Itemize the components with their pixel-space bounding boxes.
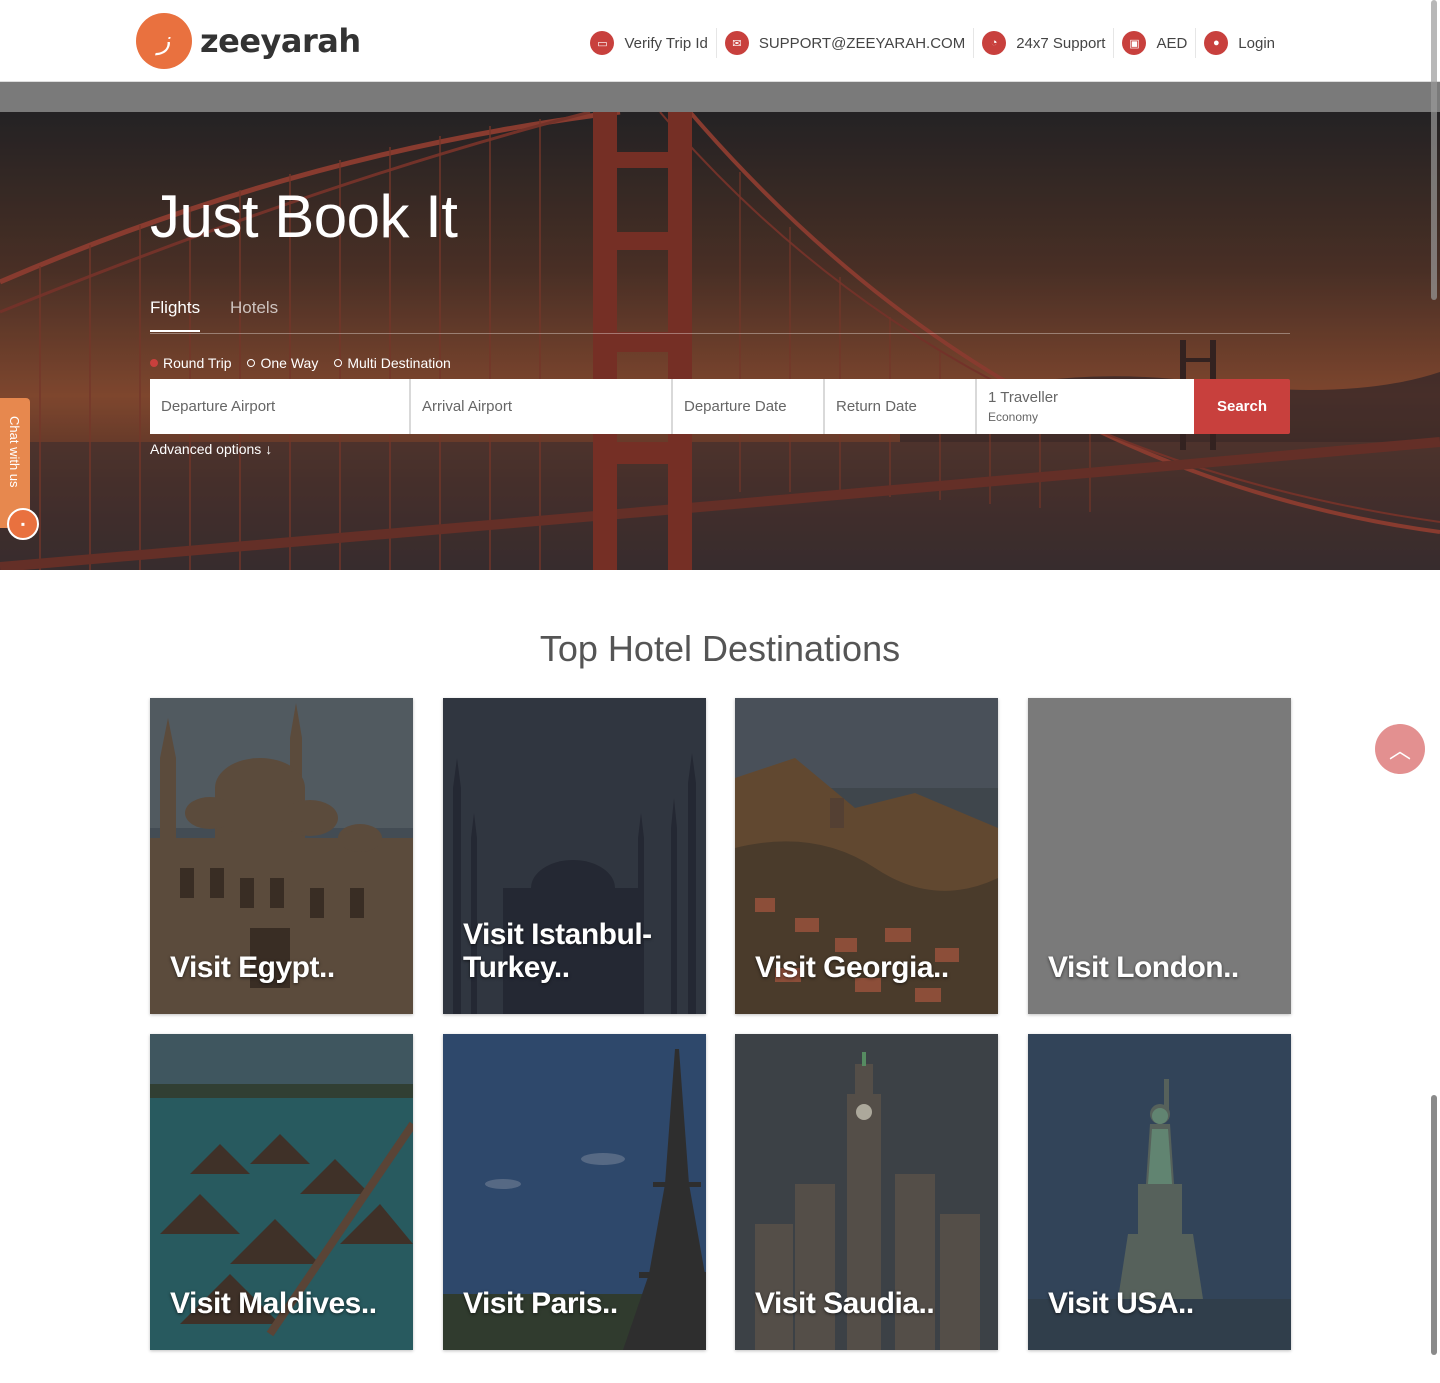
verify-trip-label: Verify Trip Id xyxy=(624,34,708,52)
destination-card-istanbul[interactable]: Visit Istanbul-Turkey.. xyxy=(443,698,706,1014)
section-title: Top Hotel Destinations xyxy=(539,628,901,669)
search-button[interactable]: Search xyxy=(1194,379,1290,434)
top-nav: ▭ Verify Trip Id ✉ SUPPORT@ZEEYARAH.COM … xyxy=(582,28,1283,58)
return-date-input[interactable]: Return Date xyxy=(825,379,977,434)
multi-destination-radio[interactable] xyxy=(334,359,343,367)
arrival-airport-input[interactable]: Arrival Airport xyxy=(411,379,673,434)
trip-type-selector: Round Trip One Way Multi Destination xyxy=(150,355,467,371)
destination-card-london[interactable]: Visit London.. xyxy=(1028,698,1291,1014)
envelope-icon: ✉ xyxy=(724,31,749,55)
departure-date-input[interactable]: Departure Date xyxy=(673,379,825,434)
departure-date-placeholder: Departure Date xyxy=(684,398,787,415)
currency-label: AED xyxy=(1156,34,1188,52)
chat-bubbles-icon: ◔ xyxy=(982,31,1007,55)
support-email-link[interactable]: ✉ SUPPORT@ZEEYARAH.COM xyxy=(715,28,973,58)
scroll-to-top-button[interactable]: ︿ xyxy=(1375,724,1425,774)
flight-search-bar: Departure Airport Arrival Airport Depart… xyxy=(150,379,1290,434)
destination-card-paris[interactable]: Visit Paris.. xyxy=(443,1034,706,1350)
destination-label: Visit Egypt.. xyxy=(170,951,335,984)
destination-card-georgia[interactable]: Visit Georgia.. xyxy=(735,698,998,1014)
advanced-options-label: Advanced options xyxy=(150,441,262,457)
logo[interactable]: ز zeeyarah xyxy=(136,13,361,69)
site-header: ز zeeyarah ▭ Verify Trip Id ✉ SUPPORT@ZE… xyxy=(0,0,1440,82)
trip-type-one-way[interactable]: One Way xyxy=(247,355,318,371)
destination-label: Visit Paris.. xyxy=(463,1287,618,1320)
money-icon: ▣ xyxy=(1122,31,1147,55)
destination-card-saudia[interactable]: Visit Saudia.. xyxy=(735,1034,998,1350)
destination-label: Visit Georgia.. xyxy=(755,951,949,984)
chat-label: Chat with us xyxy=(7,416,22,488)
user-icon: ● xyxy=(1204,31,1229,55)
destination-card-maldives[interactable]: Visit Maldives.. xyxy=(150,1034,413,1350)
destination-label: Visit London.. xyxy=(1048,951,1239,984)
page-scrollbar-track xyxy=(1431,0,1437,300)
return-date-placeholder: Return Date xyxy=(836,398,917,415)
trip-type-round-trip[interactable]: Round Trip xyxy=(150,355,231,371)
tab-hotels[interactable]: Hotels xyxy=(230,298,278,330)
cabin-class: Economy xyxy=(988,410,1039,424)
departure-airport-input[interactable]: Departure Airport xyxy=(150,379,411,434)
header-strip xyxy=(0,82,1440,112)
round-trip-radio[interactable] xyxy=(150,359,158,367)
destination-label: Visit Saudia.. xyxy=(755,1287,935,1320)
hero-banner: Just Book It Flights Hotels Round Trip O… xyxy=(0,112,1440,570)
support-link[interactable]: ◔ 24x7 Support xyxy=(973,28,1113,58)
tab-flights[interactable]: Flights xyxy=(150,298,201,332)
currency-selector[interactable]: ▣ AED xyxy=(1113,28,1195,58)
traveller-selector[interactable]: 1 Traveller Economy xyxy=(977,379,1194,434)
chevron-up-icon: ︿ xyxy=(1388,738,1411,763)
verify-trip-link[interactable]: ▭ Verify Trip Id xyxy=(582,28,715,58)
departure-airport-placeholder: Departure Airport xyxy=(161,398,276,415)
id-card-icon: ▭ xyxy=(590,31,615,55)
logo-text: zeeyarah xyxy=(200,22,361,60)
arrow-down-icon: ↓ xyxy=(265,441,273,457)
chat-bubble-icon[interactable]: ▪ xyxy=(7,508,39,540)
golden-gate-bridge-image xyxy=(0,112,1440,570)
search-tabs: Flights Hotels xyxy=(150,296,1290,334)
support-label: 24x7 Support xyxy=(1016,34,1106,52)
support-email-label: SUPPORT@ZEEYARAH.COM xyxy=(758,34,966,52)
destination-label: Visit Maldives.. xyxy=(170,1287,377,1320)
round-trip-label: Round Trip xyxy=(163,355,232,371)
arrival-airport-placeholder: Arrival Airport xyxy=(422,398,513,415)
hero-title: Just Book It xyxy=(150,183,458,250)
destination-label: Visit USA.. xyxy=(1048,1287,1194,1320)
destination-card-usa[interactable]: Visit USA.. xyxy=(1028,1034,1291,1350)
trip-type-multi-destination[interactable]: Multi Destination xyxy=(334,355,451,371)
advanced-options-toggle[interactable]: Advanced options ↓ xyxy=(150,441,272,457)
one-way-label: One Way xyxy=(260,355,319,371)
traveller-count: 1 Traveller xyxy=(988,389,1059,406)
destination-card-egypt[interactable]: Visit Egypt.. xyxy=(150,698,413,1014)
one-way-radio[interactable] xyxy=(247,359,256,367)
login-label: Login xyxy=(1238,34,1275,52)
destination-label: Visit Istanbul-Turkey.. xyxy=(463,918,652,984)
multi-destination-label: Multi Destination xyxy=(347,355,451,371)
page-scrollbar-thumb[interactable] xyxy=(1431,1095,1437,1355)
login-link[interactable]: ● Login xyxy=(1195,28,1283,58)
logo-mark-icon: ز xyxy=(136,13,192,69)
